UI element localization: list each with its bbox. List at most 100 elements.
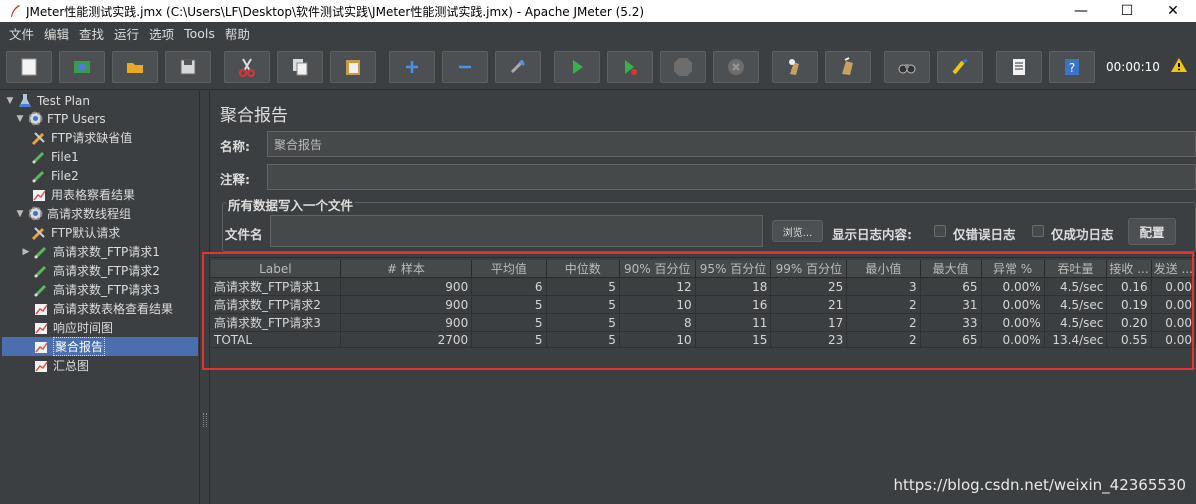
success-only-checkbox[interactable] (1032, 225, 1044, 237)
filename-field[interactable] (270, 215, 763, 247)
tree-item-aggregate-report[interactable]: 聚合报告 (2, 337, 198, 356)
test-plan-tree: ▼ Test Plan ▼ FTP Users FTP请求缺省值 File1 F… (0, 91, 200, 504)
tree-item-ftp-request-2[interactable]: 高请求数_FTP请求2 (32, 261, 160, 280)
menu-edit[interactable]: 编辑 (44, 24, 69, 43)
expand-arrow-icon[interactable]: ▼ (4, 96, 16, 106)
name-field[interactable]: 聚合报告 (267, 131, 1196, 157)
new-icon (21, 58, 37, 75)
browse-button[interactable]: 浏览... (772, 220, 823, 242)
tree-item-ftp-default-request[interactable]: FTP默认请求 (30, 223, 120, 242)
open-button[interactable] (112, 50, 158, 83)
chart-icon (32, 357, 50, 374)
search-icon (898, 63, 916, 73)
templates-button[interactable] (59, 50, 105, 83)
watermark: https://blog.csdn.net/weixin_42365530 (893, 476, 1186, 494)
configure-button[interactable]: 配置 (1128, 218, 1176, 245)
open-icon (127, 62, 143, 73)
copy-icon (293, 58, 308, 75)
pipette-icon (32, 262, 50, 279)
tree-item-label: Test Plan (37, 93, 90, 108)
expand-all-button[interactable] (389, 50, 435, 83)
tree-item-ftp-defaults[interactable]: FTP请求缺省值 (30, 128, 132, 147)
tree-item-label: 高请求数线程组 (47, 207, 132, 221)
comment-label: 注释: (220, 172, 250, 187)
paste-button[interactable] (330, 50, 376, 83)
warning-icon[interactable] (1170, 57, 1188, 76)
save-button[interactable] (165, 50, 211, 83)
menu-bar: 文件 编辑 查找 运行 选项 Tools 帮助 (0, 22, 1196, 44)
tree-item-label: 高请求数表格查看结果 (53, 302, 174, 316)
tree-item-label: 聚合报告 (53, 337, 106, 356)
jmeter-feather-icon (8, 4, 22, 18)
clear-all-button[interactable] (825, 50, 871, 83)
minimize-button[interactable]: — (1058, 0, 1104, 22)
tree-item-label: File1 (51, 149, 79, 164)
tree-item-file2[interactable]: File2 (30, 166, 79, 185)
function-helper-button[interactable] (996, 50, 1042, 83)
menu-tools[interactable]: Tools (184, 26, 215, 41)
menu-help[interactable]: 帮助 (225, 24, 250, 43)
cut-button[interactable] (224, 50, 270, 83)
close-button[interactable]: ✕ (1150, 0, 1196, 22)
help-button[interactable]: ? (1049, 50, 1095, 83)
window-title: JMeter性能测试实践.jmx (C:\Users\LF\Desktop\软件… (26, 4, 645, 19)
new-button[interactable] (6, 50, 52, 83)
success-only-label: 仅成功日志 (1051, 227, 1114, 242)
svg-text:?: ? (1069, 61, 1075, 75)
tree-item-summary-graph[interactable]: 汇总图 (32, 356, 89, 375)
function-helper-icon (1013, 58, 1025, 75)
start-no-pauses-button[interactable] (607, 50, 653, 83)
maximize-button[interactable]: ☐ (1104, 0, 1150, 22)
toolbar: ? 00:00:10 (0, 44, 1196, 90)
comment-field[interactable] (267, 164, 1196, 190)
tree-item-ftp-request-3[interactable]: 高请求数_FTP请求3 (32, 280, 160, 299)
start-button[interactable] (554, 50, 600, 83)
collapse-all-button[interactable] (442, 50, 488, 83)
cut-icon (239, 57, 255, 77)
shutdown-icon (728, 58, 744, 75)
divider-grip[interactable] (203, 413, 207, 427)
tree-item-ftp-request-1[interactable]: ▶ 高请求数_FTP请求1 (20, 242, 160, 261)
name-label: 名称: (220, 139, 250, 154)
toggle-icon (510, 59, 526, 73)
collapse-icon (459, 65, 471, 68)
expand-arrow-icon[interactable]: ▼ (14, 114, 26, 124)
reset-search-button[interactable] (937, 50, 983, 83)
menu-run[interactable]: 运行 (114, 24, 139, 43)
reset-search-icon (952, 58, 968, 74)
shutdown-button[interactable] (713, 50, 759, 83)
pipette-icon (30, 148, 48, 165)
expand-arrow-icon[interactable]: ▼ (14, 209, 26, 219)
tree-item-label: 响应时间图 (53, 321, 114, 335)
errors-only-checkbox[interactable] (934, 225, 946, 237)
filename-label: 文件名 (225, 227, 263, 242)
tree-item-file1[interactable]: File1 (30, 147, 79, 166)
wrench-icon (30, 224, 48, 241)
stop-button[interactable] (660, 50, 706, 83)
clear-button[interactable] (772, 50, 818, 83)
tree-item-table-results[interactable]: 用表格察看结果 (30, 185, 135, 204)
chart-icon (32, 319, 50, 336)
tree-item-response-time-graph[interactable]: 响应时间图 (32, 318, 113, 337)
copy-button[interactable] (277, 50, 323, 83)
start-no-pause-icon (625, 59, 637, 75)
menu-search[interactable]: 查找 (79, 24, 104, 43)
collapsed-arrow-icon[interactable]: ▶ (20, 247, 32, 257)
stop-icon (674, 57, 692, 76)
tree-item-label: 高请求数_FTP请求2 (53, 264, 160, 278)
tree-item-high-thread-group[interactable]: ▼ 高请求数线程组 (14, 204, 131, 223)
tree-item-label: 高请求数_FTP请求1 (53, 245, 160, 259)
gear-icon (26, 110, 44, 127)
page-title: 聚合报告 (220, 106, 288, 126)
menu-file[interactable]: 文件 (9, 24, 34, 43)
wrench-icon (30, 129, 48, 146)
tree-item-label: FTP请求缺省值 (51, 131, 133, 145)
menu-options[interactable]: 选项 (149, 24, 174, 43)
highlight-box (202, 252, 1194, 370)
search-button[interactable] (884, 50, 930, 83)
tree-item-test-plan[interactable]: ▼ Test Plan (4, 91, 90, 110)
tree-item-ftp-users[interactable]: ▼ FTP Users (14, 109, 106, 128)
toggle-button[interactable] (495, 50, 541, 83)
tree-item-label: 用表格察看结果 (51, 188, 136, 202)
tree-item-high-table-results[interactable]: 高请求数表格查看结果 (32, 299, 173, 318)
